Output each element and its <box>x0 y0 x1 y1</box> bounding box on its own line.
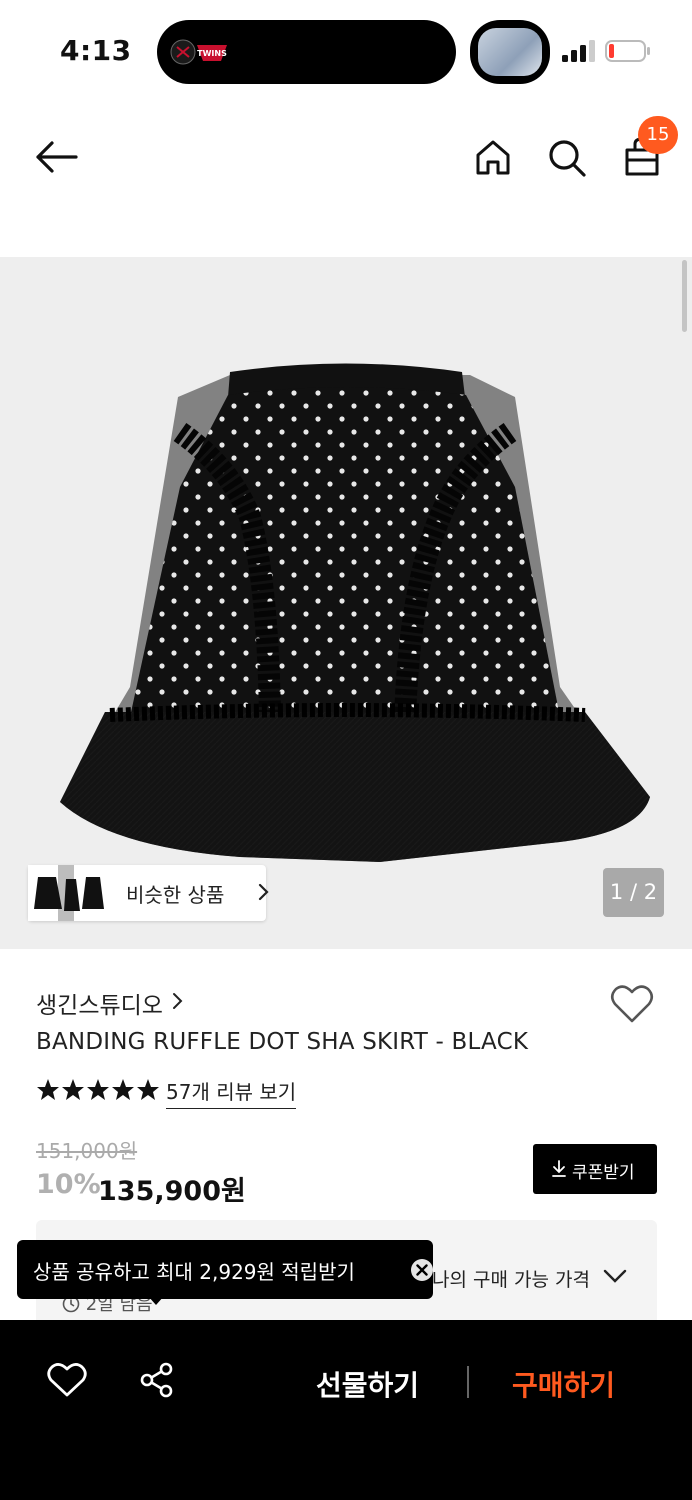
cellular-signal-icon <box>562 40 595 62</box>
coupon-download-button[interactable]: 쿠폰받기 <box>533 1144 657 1194</box>
top-nav <box>0 100 692 210</box>
brand-link[interactable]: 생긴스튜디오 <box>36 986 163 1020</box>
star-icon <box>37 1079 59 1100</box>
my-price-label[interactable]: 나의 구매 가능 가격 <box>432 1265 590 1292</box>
back-arrow-icon[interactable] <box>34 139 78 175</box>
discount-rate: 10% <box>36 1169 101 1200</box>
download-icon <box>552 1160 566 1177</box>
product-image-gallery[interactable] <box>0 257 692 949</box>
scroll-indicator[interactable] <box>682 260 687 332</box>
rating-stars <box>37 1079 159 1100</box>
toast-pointer <box>148 1296 164 1305</box>
action-divider <box>467 1366 469 1398</box>
coupon-label: 쿠폰받기 <box>572 1163 635 1183</box>
cart-count-badge: 15 <box>638 116 678 154</box>
dynamic-island: TWINS <box>157 20 456 84</box>
star-icon <box>87 1079 109 1100</box>
share-icon[interactable] <box>139 1362 175 1398</box>
product-image <box>60 363 650 862</box>
island-logo-text: TWINS <box>197 49 227 58</box>
chevron-down-icon[interactable] <box>603 1268 627 1284</box>
live-activity <box>470 20 550 84</box>
sale-price: 135,900원 <box>98 1176 246 1207</box>
twins-logo-icon: TWINS <box>170 39 227 65</box>
live-activity-thumbnail <box>478 28 542 76</box>
image-page-indicator: 1 / 2 <box>603 868 664 917</box>
close-icon[interactable] <box>410 1258 434 1282</box>
battery-icon <box>605 40 650 62</box>
status-time: 4:13 <box>60 34 132 67</box>
status-bar: 4:13 TWINS <box>0 0 692 100</box>
home-icon[interactable] <box>474 138 512 176</box>
similar-products-button[interactable]: 비슷한 상품 <box>28 865 269 921</box>
product-title: BANDING RUFFLE DOT SHA SKIRT - BLACK <box>36 1029 529 1055</box>
brand-chevron-right-icon <box>173 993 183 1009</box>
wishlist-heart-icon[interactable] <box>610 984 654 1024</box>
bottom-action-bar: 선물하기 구매하기 <box>0 1320 692 1500</box>
reviews-link[interactable]: 57개 리뷰 보기 <box>166 1076 297 1109</box>
star-icon <box>112 1079 134 1100</box>
original-price: 151,000원 <box>36 1139 138 1163</box>
gift-button[interactable]: 선물하기 <box>316 1364 419 1404</box>
buy-button[interactable]: 구매하기 <box>512 1364 615 1404</box>
toast-message: 상품 공유하고 최대 2,929원 적립받기 <box>33 1260 355 1284</box>
star-icon <box>62 1079 84 1100</box>
wishlist-heart-icon[interactable] <box>47 1362 87 1398</box>
share-reward-toast: 상품 공유하고 최대 2,929원 적립받기 <box>17 1240 433 1299</box>
similar-products-thumbnail <box>28 865 104 921</box>
chevron-right-icon <box>258 883 269 901</box>
search-icon[interactable] <box>547 138 587 178</box>
star-icon <box>137 1079 159 1100</box>
similar-products-label: 비슷한 상품 <box>126 883 225 907</box>
